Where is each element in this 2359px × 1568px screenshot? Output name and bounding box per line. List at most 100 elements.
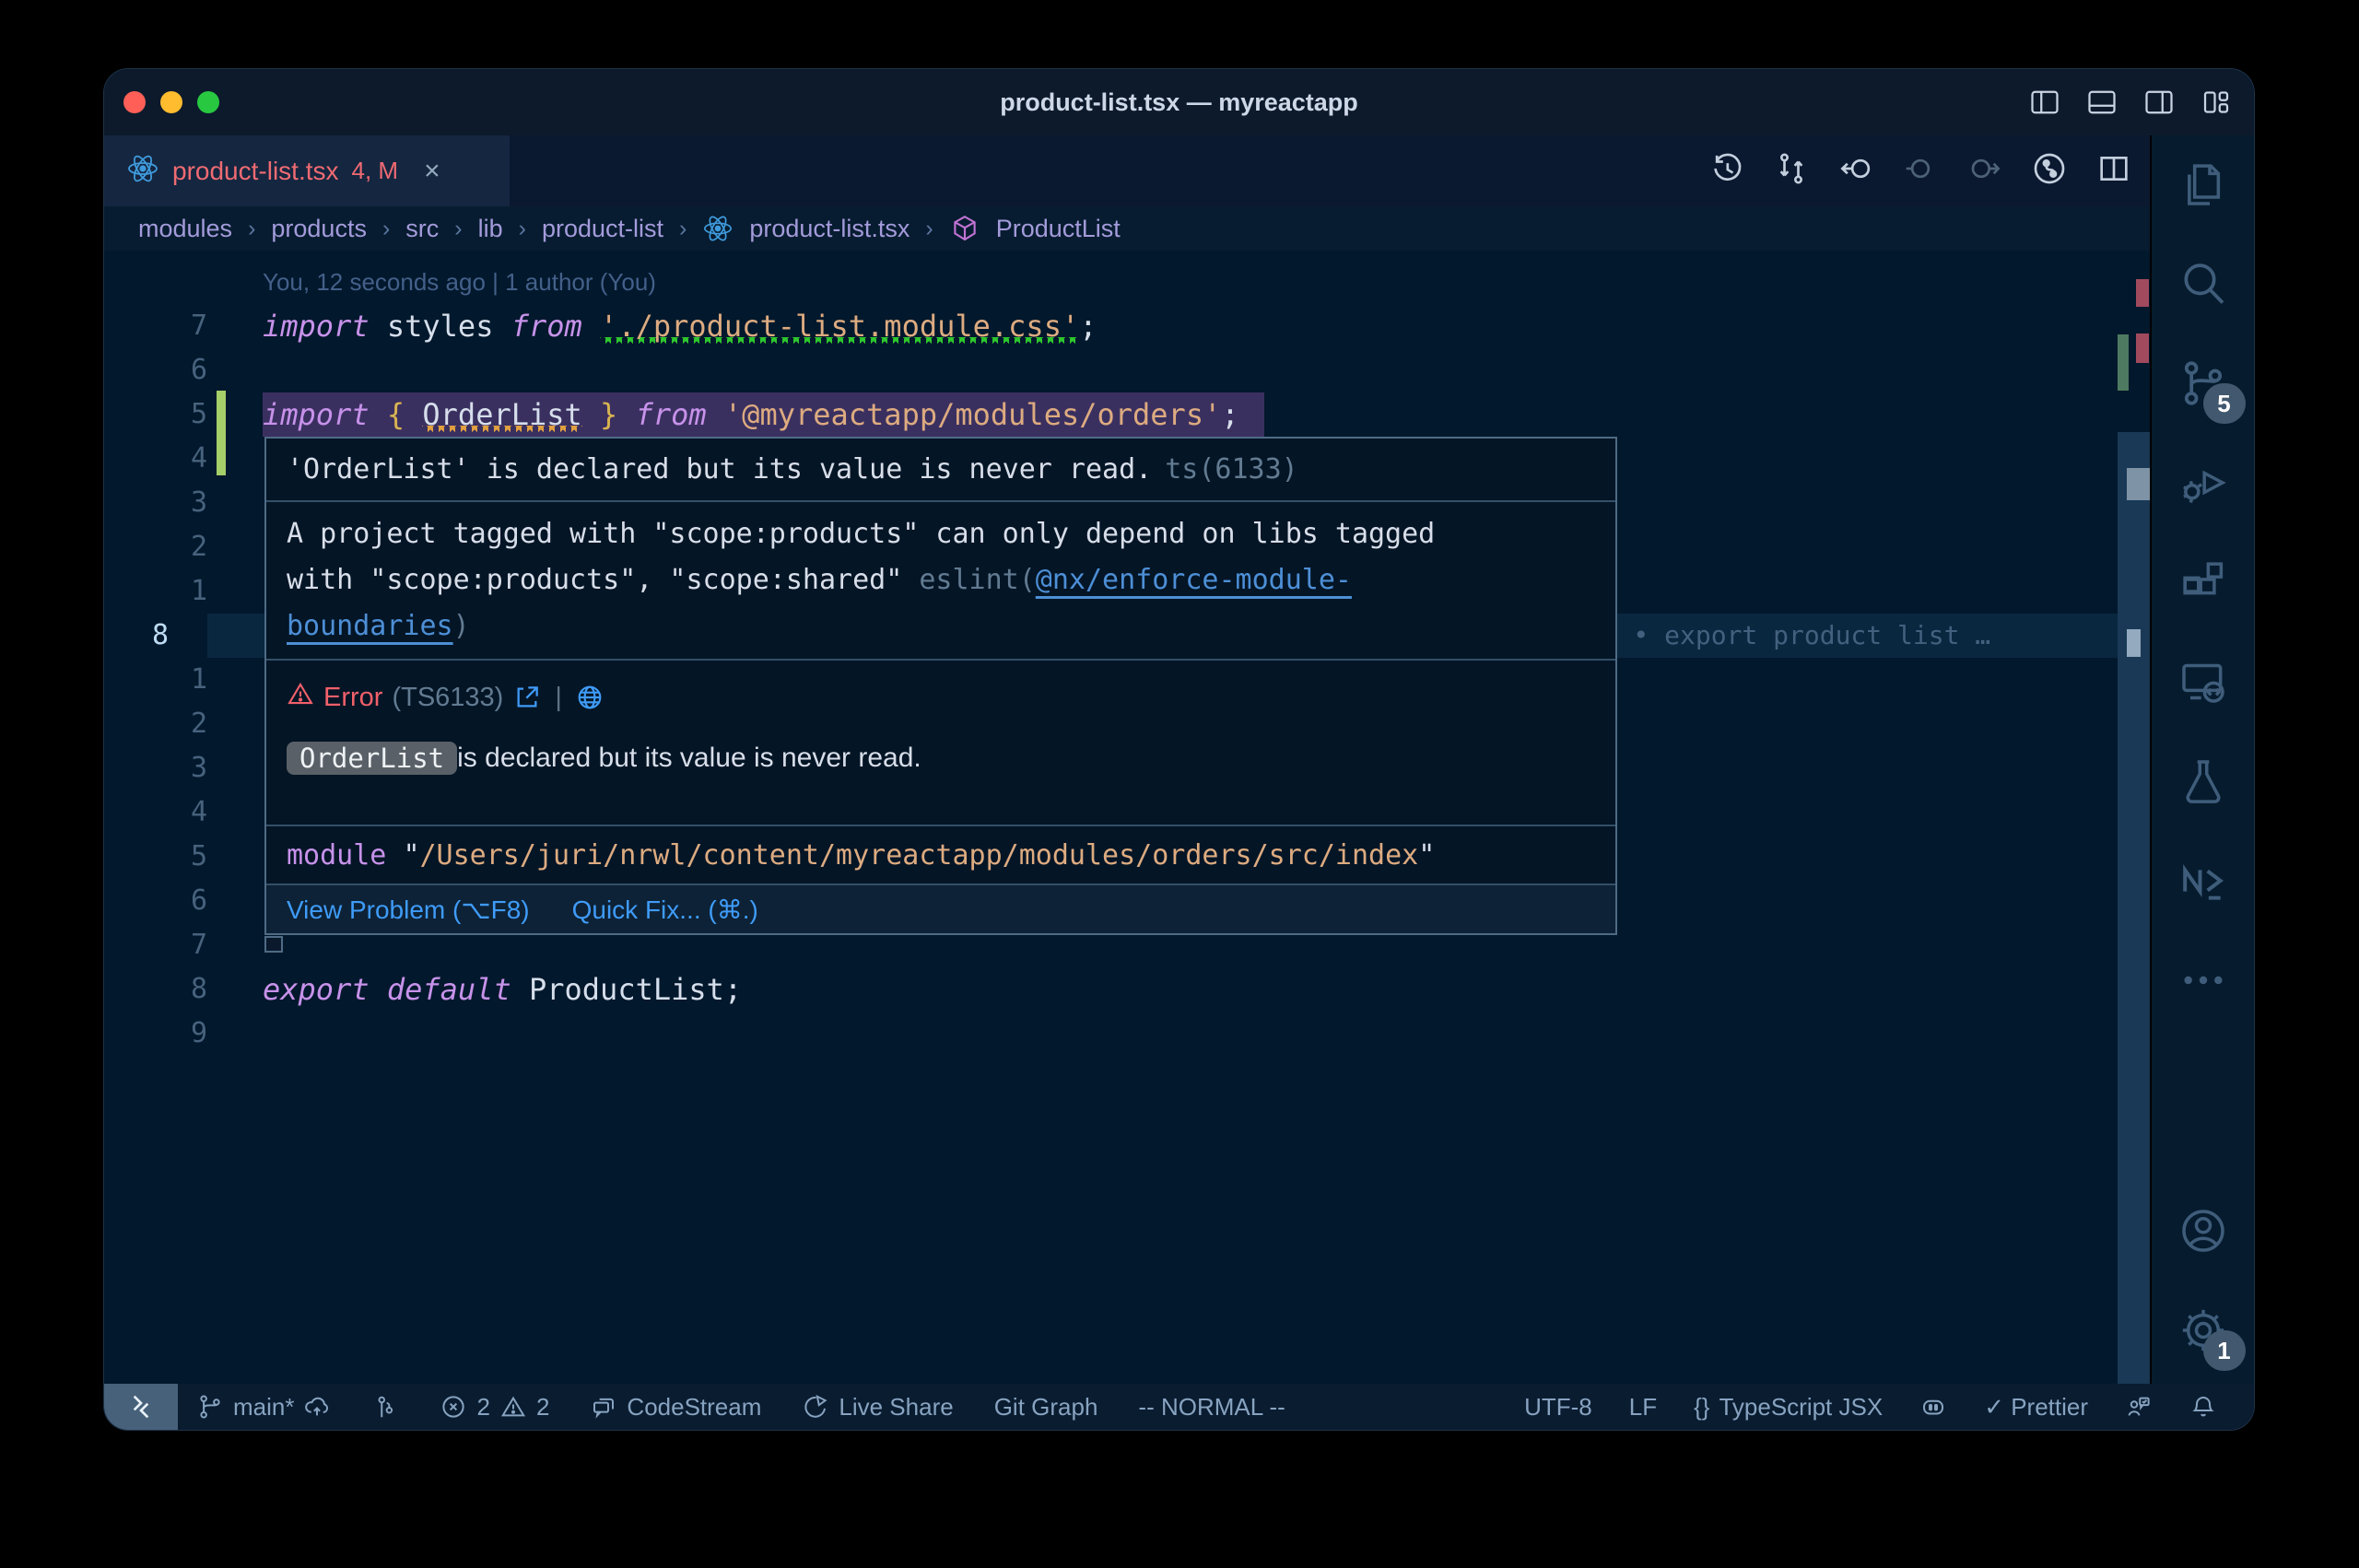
overview-error-mark	[2136, 279, 2149, 307]
quote: "	[1418, 839, 1435, 872]
codestream-status[interactable]: CodeStream	[590, 1393, 761, 1422]
line-number[interactable]: 7	[104, 923, 207, 967]
feedback-icon[interactable]	[2125, 1393, 2153, 1421]
line-number[interactable]: 8	[104, 614, 207, 658]
encoding-status[interactable]: UTF-8	[1524, 1393, 1592, 1422]
language-status[interactable]: {} TypeScript JSX	[1694, 1393, 1883, 1422]
gutter-prev-icon[interactable]	[1902, 150, 1939, 192]
settings-gear-icon[interactable]: 1	[2168, 1295, 2238, 1365]
copilot-status[interactable]	[1919, 1393, 1947, 1421]
quick-fix-button[interactable]: Quick Fix... (⌘.)	[572, 895, 758, 925]
breadcrumb-lib[interactable]: lib	[478, 215, 503, 243]
code-line[interactable]: 8export default ProductList;	[104, 967, 2150, 1012]
line-number[interactable]: 4	[104, 437, 207, 481]
vim-mode-status[interactable]: -- NORMAL --	[1138, 1393, 1285, 1422]
error-count: 2	[476, 1393, 489, 1422]
eslint-rule-link[interactable]: boundaries	[287, 610, 453, 642]
commit-graph-icon[interactable]	[2031, 150, 2068, 192]
line-number[interactable]: 6	[104, 348, 207, 392]
split-editor-icon[interactable]	[2095, 150, 2132, 192]
eslint-close-paren: )	[453, 610, 470, 642]
view-problem-button[interactable]: View Problem (⌥F8)	[287, 895, 530, 925]
overview-selection-mark	[2127, 468, 2150, 500]
line-number[interactable]: 9	[104, 1012, 207, 1056]
status-bar: main* 2 2 CodeStream Live Share Git Grap…	[104, 1384, 2254, 1430]
eslint-source: eslint(	[919, 564, 1035, 596]
breadcrumb-separator: ›	[925, 216, 933, 242]
toggle-panel-icon[interactable]	[2084, 86, 2119, 123]
inline-blame-annotation: ago • export product list …	[1571, 614, 1990, 658]
source-control-icon[interactable]: 5	[2168, 348, 2238, 418]
prettier-status[interactable]: ✓ Prettier	[1984, 1393, 2088, 1422]
breadcrumb-modules[interactable]: modules	[138, 215, 232, 243]
line-number[interactable]: 8	[104, 967, 207, 1012]
notifications-bell-icon[interactable]	[2189, 1393, 2217, 1421]
line-number[interactable]: 4	[104, 790, 207, 835]
run-debug-icon[interactable]	[2168, 448, 2238, 518]
code-line[interactable]: 9	[104, 1012, 2150, 1056]
eslint-rule-link[interactable]: @nx/enforce-module-	[1036, 564, 1352, 596]
separator: |	[555, 683, 562, 713]
activity-bar: 5 1	[2150, 135, 2254, 1384]
problems-status[interactable]: 2 2	[440, 1393, 549, 1422]
more-views-icon[interactable]	[2168, 945, 2238, 1015]
branch-status[interactable]: main*	[196, 1393, 331, 1422]
hover-resize-handle[interactable]	[264, 936, 283, 953]
git-graph-status[interactable]: Git Graph	[994, 1393, 1098, 1422]
customize-layout-icon[interactable]	[2199, 86, 2234, 123]
tab-product-list[interactable]: product-list.tsx 4, M ×	[104, 135, 510, 206]
account-icon[interactable]	[2168, 1196, 2238, 1266]
eol-status[interactable]: LF	[1629, 1393, 1657, 1422]
symbol-cube-icon	[949, 213, 980, 244]
breadcrumb-src[interactable]: src	[405, 215, 439, 243]
extensions-icon[interactable]	[2168, 547, 2238, 617]
toggle-primary-sidebar-icon[interactable]	[2027, 86, 2062, 123]
overview-added-mark	[2118, 334, 2129, 391]
remote-indicator[interactable]	[104, 1384, 178, 1430]
breadcrumb-separator: ›	[382, 216, 390, 242]
line-number[interactable]: 1	[104, 569, 207, 614]
nx-console-icon[interactable]	[2168, 846, 2238, 916]
code-line[interactable]: 6	[104, 348, 2150, 392]
ts-diagnostic-message: 'OrderList' is declared but its value is…	[287, 453, 1152, 486]
breadcrumb: modules › products › src › lib › product…	[104, 206, 2150, 251]
line-number[interactable]: 3	[104, 746, 207, 790]
search-icon[interactable]	[2168, 249, 2238, 319]
line-number[interactable]: 6	[104, 879, 207, 923]
vertical-scrollbar[interactable]	[2118, 432, 2150, 1430]
ts-diagnostic-source: ts(6133)	[1165, 453, 1298, 486]
line-number[interactable]: 2	[104, 702, 207, 746]
breadcrumb-product-list[interactable]: product-list	[542, 215, 663, 243]
line-number[interactable]: 3	[104, 481, 207, 525]
line-number[interactable]: 2	[104, 525, 207, 569]
code-line[interactable]: 7import styles from './product-list.modu…	[104, 304, 2150, 348]
remote-explorer-icon[interactable]	[2168, 647, 2238, 717]
line-number[interactable]: 5	[104, 392, 207, 437]
hover-status-bar: View Problem (⌥F8) Quick Fix... (⌘.)	[266, 885, 1615, 933]
open-external-icon[interactable]	[512, 683, 542, 712]
line-number[interactable]: 7	[104, 304, 207, 348]
code-line[interactable]: 5import { OrderList } from '@myreactapp/…	[104, 392, 2150, 437]
line-number[interactable]: 5	[104, 835, 207, 879]
gutter-next-icon[interactable]	[1966, 150, 2003, 192]
breadcrumb-symbol[interactable]: ProductList	[996, 215, 1121, 243]
history-icon[interactable]	[1708, 150, 1745, 192]
commit-action[interactable]	[371, 1393, 399, 1421]
overview-error-mark	[2136, 333, 2149, 363]
live-share-status[interactable]: Live Share	[802, 1393, 953, 1422]
line-number[interactable]: 1	[104, 658, 207, 702]
explorer-icon[interactable]	[2168, 149, 2238, 219]
compare-icon[interactable]	[1773, 150, 1810, 192]
toggle-secondary-sidebar-icon[interactable]	[2142, 86, 2177, 123]
prev-change-icon[interactable]	[1837, 150, 1874, 192]
testing-icon[interactable]	[2168, 746, 2238, 816]
breadcrumb-separator: ›	[248, 216, 255, 242]
react-file-icon	[126, 152, 159, 190]
tab-close-icon[interactable]: ×	[424, 156, 440, 187]
breadcrumb-file[interactable]: product-list.tsx	[749, 215, 910, 243]
settings-badge: 1	[2203, 1330, 2246, 1371]
globe-icon[interactable]	[575, 683, 604, 712]
breadcrumb-products[interactable]: products	[271, 215, 367, 243]
tab-label: product-list.tsx	[172, 157, 339, 186]
live-share-label: Live Share	[839, 1393, 953, 1422]
